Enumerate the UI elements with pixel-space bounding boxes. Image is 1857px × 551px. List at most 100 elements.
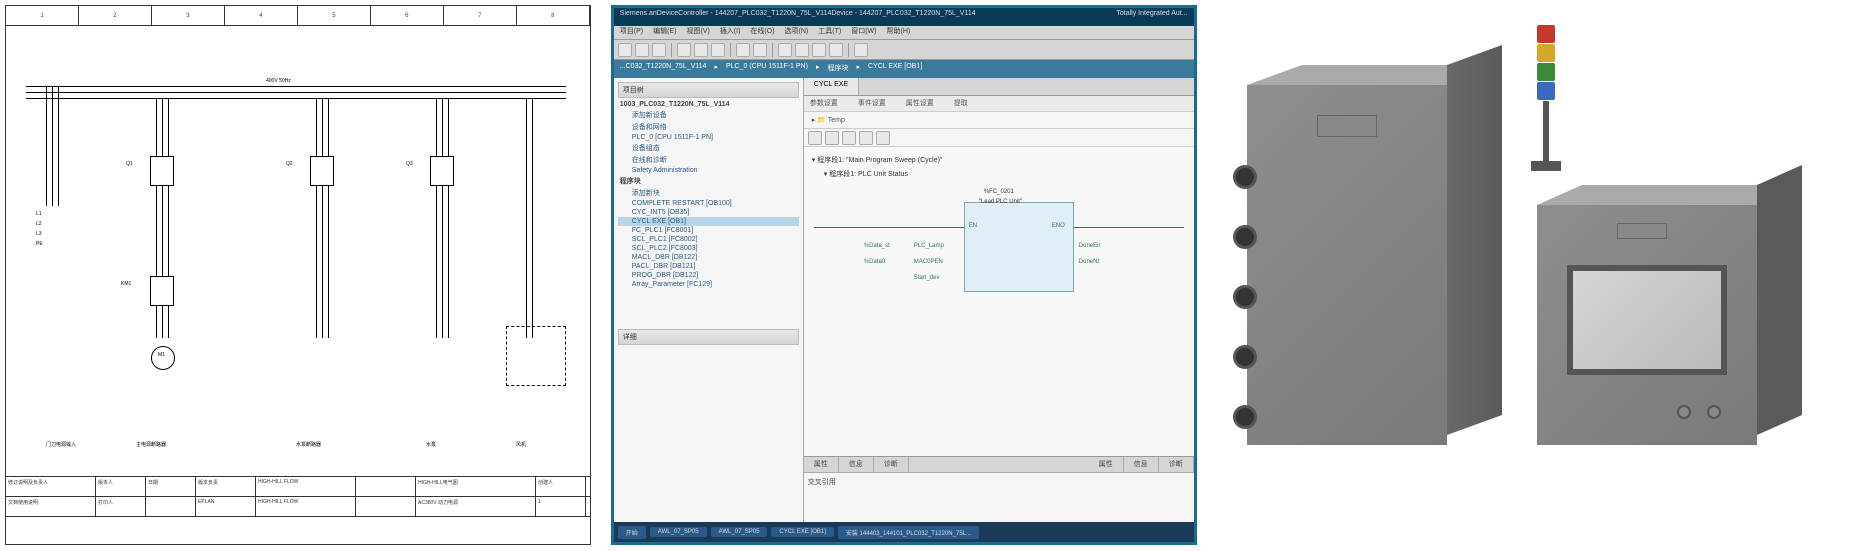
tree-folder[interactable]: 程序块 (618, 175, 799, 187)
breadcrumb-item[interactable]: ...C032_T1220N_75L_V114 (620, 63, 707, 75)
tree-root[interactable]: 1003_PLC032_T1220N_75L_V114 (618, 100, 799, 109)
undo-icon[interactable] (736, 43, 750, 57)
tree-item[interactable]: FC_PLC1 [FC8001] (618, 226, 799, 235)
temp-var-label[interactable]: Temp (828, 117, 845, 124)
coil-icon[interactable] (842, 131, 856, 145)
nameplate (1617, 223, 1667, 239)
taskbar-item[interactable]: AWL_07_SP05 (711, 527, 768, 537)
redo-icon[interactable] (753, 43, 767, 57)
electrical-schematic-drawing: 1 2 3 4 5 6 7 8 400V 50Hz L1 L2 L3 PE Q1… (5, 5, 591, 545)
tree-item[interactable]: SCL_PLC1 [FC8002] (618, 235, 799, 244)
breadcrumb-item[interactable]: CYCL EXE [OB1] (868, 63, 922, 75)
titleblock-cell: HIGH-HILL电气图 (416, 477, 536, 496)
copy-icon[interactable] (694, 43, 708, 57)
subtab[interactable]: 属性设置 (906, 98, 934, 109)
tree-item[interactable]: 添加新设备 (618, 109, 799, 121)
subtab[interactable]: 提取 (954, 98, 968, 109)
menu-item[interactable]: 工具(T) (818, 26, 841, 39)
tree-item[interactable]: CYC_INT5 [OB35] (618, 208, 799, 217)
cut-icon[interactable] (677, 43, 691, 57)
tree-item[interactable]: 设备和网络 (618, 121, 799, 133)
ground-pe: PE (36, 241, 43, 247)
menu-item[interactable]: 视图(V) (686, 26, 709, 39)
brand-label: Totally Integrated Aut... (1116, 10, 1187, 24)
tree-item[interactable]: Array_Parameter [FC129] (618, 280, 799, 289)
menu-item[interactable]: 窗口(W) (851, 26, 876, 39)
branch-icon[interactable] (876, 131, 890, 145)
titleblock-cell: 创建人 (536, 477, 586, 496)
titleblock-cell: 修订说明及负责人 (6, 477, 96, 496)
circular-connector-icon (1233, 285, 1257, 309)
tree-item[interactable]: PROG_DBR [DB122] (618, 271, 799, 280)
tree-item[interactable]: PACL_DBR [DB121] (618, 262, 799, 271)
taskbar-item[interactable]: CYCL EXE [OB1] (771, 527, 833, 537)
taskbar-item[interactable]: AWL_07_SP05 (650, 527, 707, 537)
titleblock-cell (146, 497, 196, 516)
tree-item[interactable]: 在线和诊断 (618, 154, 799, 166)
pin-en: EN (969, 223, 977, 229)
menu-item[interactable]: 选项(N) (785, 26, 809, 39)
save-icon[interactable] (652, 43, 666, 57)
go-online-icon[interactable] (812, 43, 826, 57)
editor-tab-bar: CYCL EXE (804, 78, 1194, 96)
enclosure-3d-render (1217, 5, 1852, 545)
tab-diag-r[interactable]: 诊断 (1159, 457, 1194, 472)
function-block[interactable] (964, 202, 1074, 292)
menu-item[interactable]: 项目(P) (620, 26, 643, 39)
drawing-titleblock: 修订说明及负责人 版本人 日期 版本负责 HIGH-HILL FLOW HIGH… (6, 476, 590, 545)
large-electrical-cabinet (1247, 65, 1517, 465)
subtab[interactable]: 事件设置 (858, 98, 886, 109)
tree-item[interactable]: SCL_PLC2 [FC8003] (618, 244, 799, 253)
tree-item[interactable]: 添加新块 (618, 187, 799, 199)
breadcrumb-item[interactable]: PLC_0 (CPU 1511F-1 PN) (726, 63, 808, 75)
search-icon[interactable] (854, 43, 868, 57)
go-offline-icon[interactable] (829, 43, 843, 57)
ladder-toolbar (804, 129, 1194, 147)
contact-nc-icon[interactable] (825, 131, 839, 145)
tab-properties[interactable]: 属性 (804, 457, 839, 472)
group-label: 门刀电源输入 (46, 441, 76, 448)
taskbar-item[interactable]: 安装 144403_144101_PLC032_T1220N_75L... (838, 526, 979, 539)
compile-icon[interactable] (778, 43, 792, 57)
tab-diagnostics[interactable]: 诊断 (874, 457, 909, 472)
paste-icon[interactable] (711, 43, 725, 57)
download-icon[interactable] (795, 43, 809, 57)
circular-connector-icon (1233, 345, 1257, 369)
tab-info-r[interactable]: 信息 (1124, 457, 1159, 472)
box-icon[interactable] (859, 131, 873, 145)
subtab[interactable]: 参数设置 (810, 98, 838, 109)
editor-tab[interactable]: CYCL EXE (804, 78, 859, 95)
editor-bottom-tabs: 属性 信息 诊断 属性 信息 诊断 (804, 456, 1194, 472)
tree-item[interactable]: 设备组态 (618, 142, 799, 154)
tree-item[interactable]: PLC_0 [CPU 1511F-1 PN] (618, 133, 799, 142)
tree-item[interactable]: MACL_DBR [DB122] (618, 253, 799, 262)
motor-symbol (151, 346, 175, 370)
contactor-km1 (150, 276, 174, 306)
breadcrumb-item[interactable]: 程序块 (827, 63, 848, 75)
menu-item[interactable]: 编辑(E) (653, 26, 676, 39)
pushbutton-icon (1677, 405, 1691, 419)
menu-bar[interactable]: 项目(P) 编辑(E) 视图(V) 插入(I) 在线(O) 选项(N) 工具(T… (614, 26, 1194, 40)
input-tag: %Data0 (864, 259, 885, 265)
tab-properties-r[interactable]: 属性 (1089, 457, 1124, 472)
tab-info[interactable]: 信息 (839, 457, 874, 472)
menu-item[interactable]: 在线(O) (750, 26, 774, 39)
tree-header: 项目树 (618, 82, 799, 98)
tree-item-selected[interactable]: CYCL EXE [OB1] (618, 217, 799, 226)
motor-label: M1 (158, 352, 165, 358)
tree-item[interactable]: COMPLETE RESTART [OB100] (618, 199, 799, 208)
menu-item[interactable]: 插入(I) (720, 26, 741, 39)
start-button[interactable]: 开始 (618, 526, 646, 539)
contact-no-icon[interactable] (808, 131, 822, 145)
titleblock-cell: 版本人 (96, 477, 146, 496)
tree-item[interactable]: Safety Administration (618, 166, 799, 175)
panel-front-face (1537, 205, 1757, 445)
drawing-grid-header: 1 2 3 4 5 6 7 8 (6, 6, 590, 26)
menu-item[interactable]: 帮助(H) (886, 26, 910, 39)
open-icon[interactable] (635, 43, 649, 57)
network-sub: 程序段1: PLC Unit Status (829, 171, 908, 178)
new-project-icon[interactable] (618, 43, 632, 57)
ladder-canvas[interactable]: ▾ 程序段1: "Main Program Sweep (Cycle)" ▾ 程… (804, 147, 1194, 456)
group-label: 水泵 (426, 441, 436, 448)
windows-taskbar: 开始 AWL_07_SP05 AWL_07_SP05 CYCL EXE [OB1… (614, 522, 1194, 542)
